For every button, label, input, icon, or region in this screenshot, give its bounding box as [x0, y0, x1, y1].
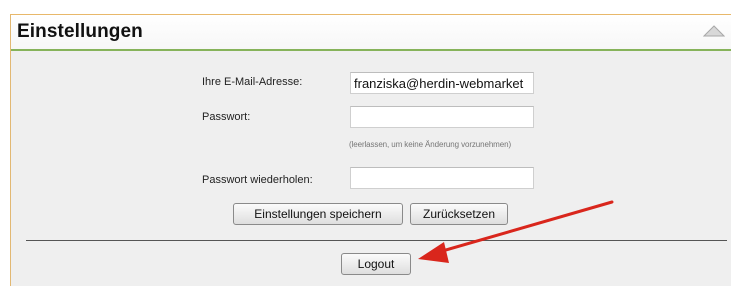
- page: Einstellungen Ihre E-Mail-Adresse: Passw…: [0, 0, 731, 286]
- settings-panel: Einstellungen Ihre E-Mail-Adresse: Passw…: [10, 14, 731, 286]
- collapse-up-triangle-icon[interactable]: [703, 25, 725, 37]
- password-label: Passwort:: [202, 111, 251, 123]
- password-repeat-field[interactable]: [350, 167, 534, 189]
- password-hint: (leerlassen, um keine Änderung vorzunehm…: [349, 140, 512, 149]
- password-repeat-label: Passwort wiederholen:: [202, 174, 313, 186]
- password-field[interactable]: [350, 106, 534, 128]
- divider: [26, 240, 727, 241]
- panel-header: Einstellungen: [11, 15, 731, 51]
- email-field[interactable]: [350, 72, 534, 94]
- save-settings-button[interactable]: Einstellungen speichern: [233, 203, 403, 225]
- email-label: Ihre E-Mail-Adresse:: [202, 76, 303, 88]
- panel-title: Einstellungen: [17, 21, 143, 42]
- logout-button[interactable]: Logout: [341, 253, 411, 275]
- reset-button[interactable]: Zurücksetzen: [410, 203, 508, 225]
